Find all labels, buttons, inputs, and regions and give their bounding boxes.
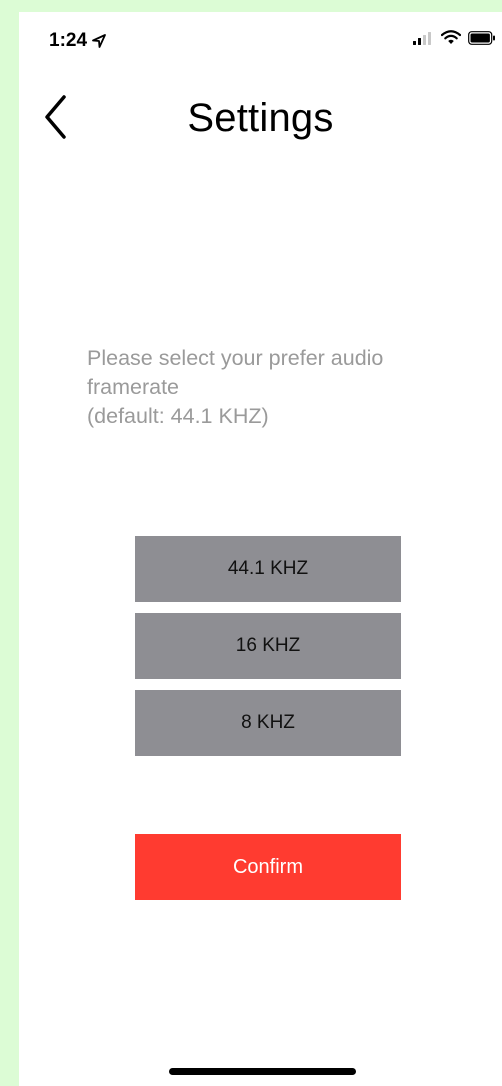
prompt-line-3: (default: 44.1 KHZ) xyxy=(87,404,269,428)
status-icons xyxy=(412,30,496,45)
prompt-line-1: Please select your prefer audio xyxy=(87,346,384,370)
phone-screen: 1:24 Settings Please select your prefer … xyxy=(19,12,502,1086)
option-8-khz-button[interactable]: 8 KHZ xyxy=(135,690,401,756)
status-time: 1:24 xyxy=(49,30,107,52)
prompt-line-2: framerate xyxy=(87,375,180,399)
framerate-prompt: Please select your prefer audio framerat… xyxy=(87,344,487,431)
status-time-text: 1:24 xyxy=(49,30,88,51)
location-arrow-icon xyxy=(91,33,107,49)
confirm-button[interactable]: Confirm xyxy=(135,834,401,900)
signal-icon xyxy=(412,31,434,45)
option-16-khz-button[interactable]: 16 KHZ xyxy=(135,613,401,679)
battery-icon xyxy=(468,30,496,45)
option-44-1-khz-button[interactable]: 44.1 KHZ xyxy=(135,536,401,602)
page-title: Settings xyxy=(187,96,334,140)
home-indicator xyxy=(169,1068,356,1075)
wifi-icon xyxy=(441,30,461,45)
